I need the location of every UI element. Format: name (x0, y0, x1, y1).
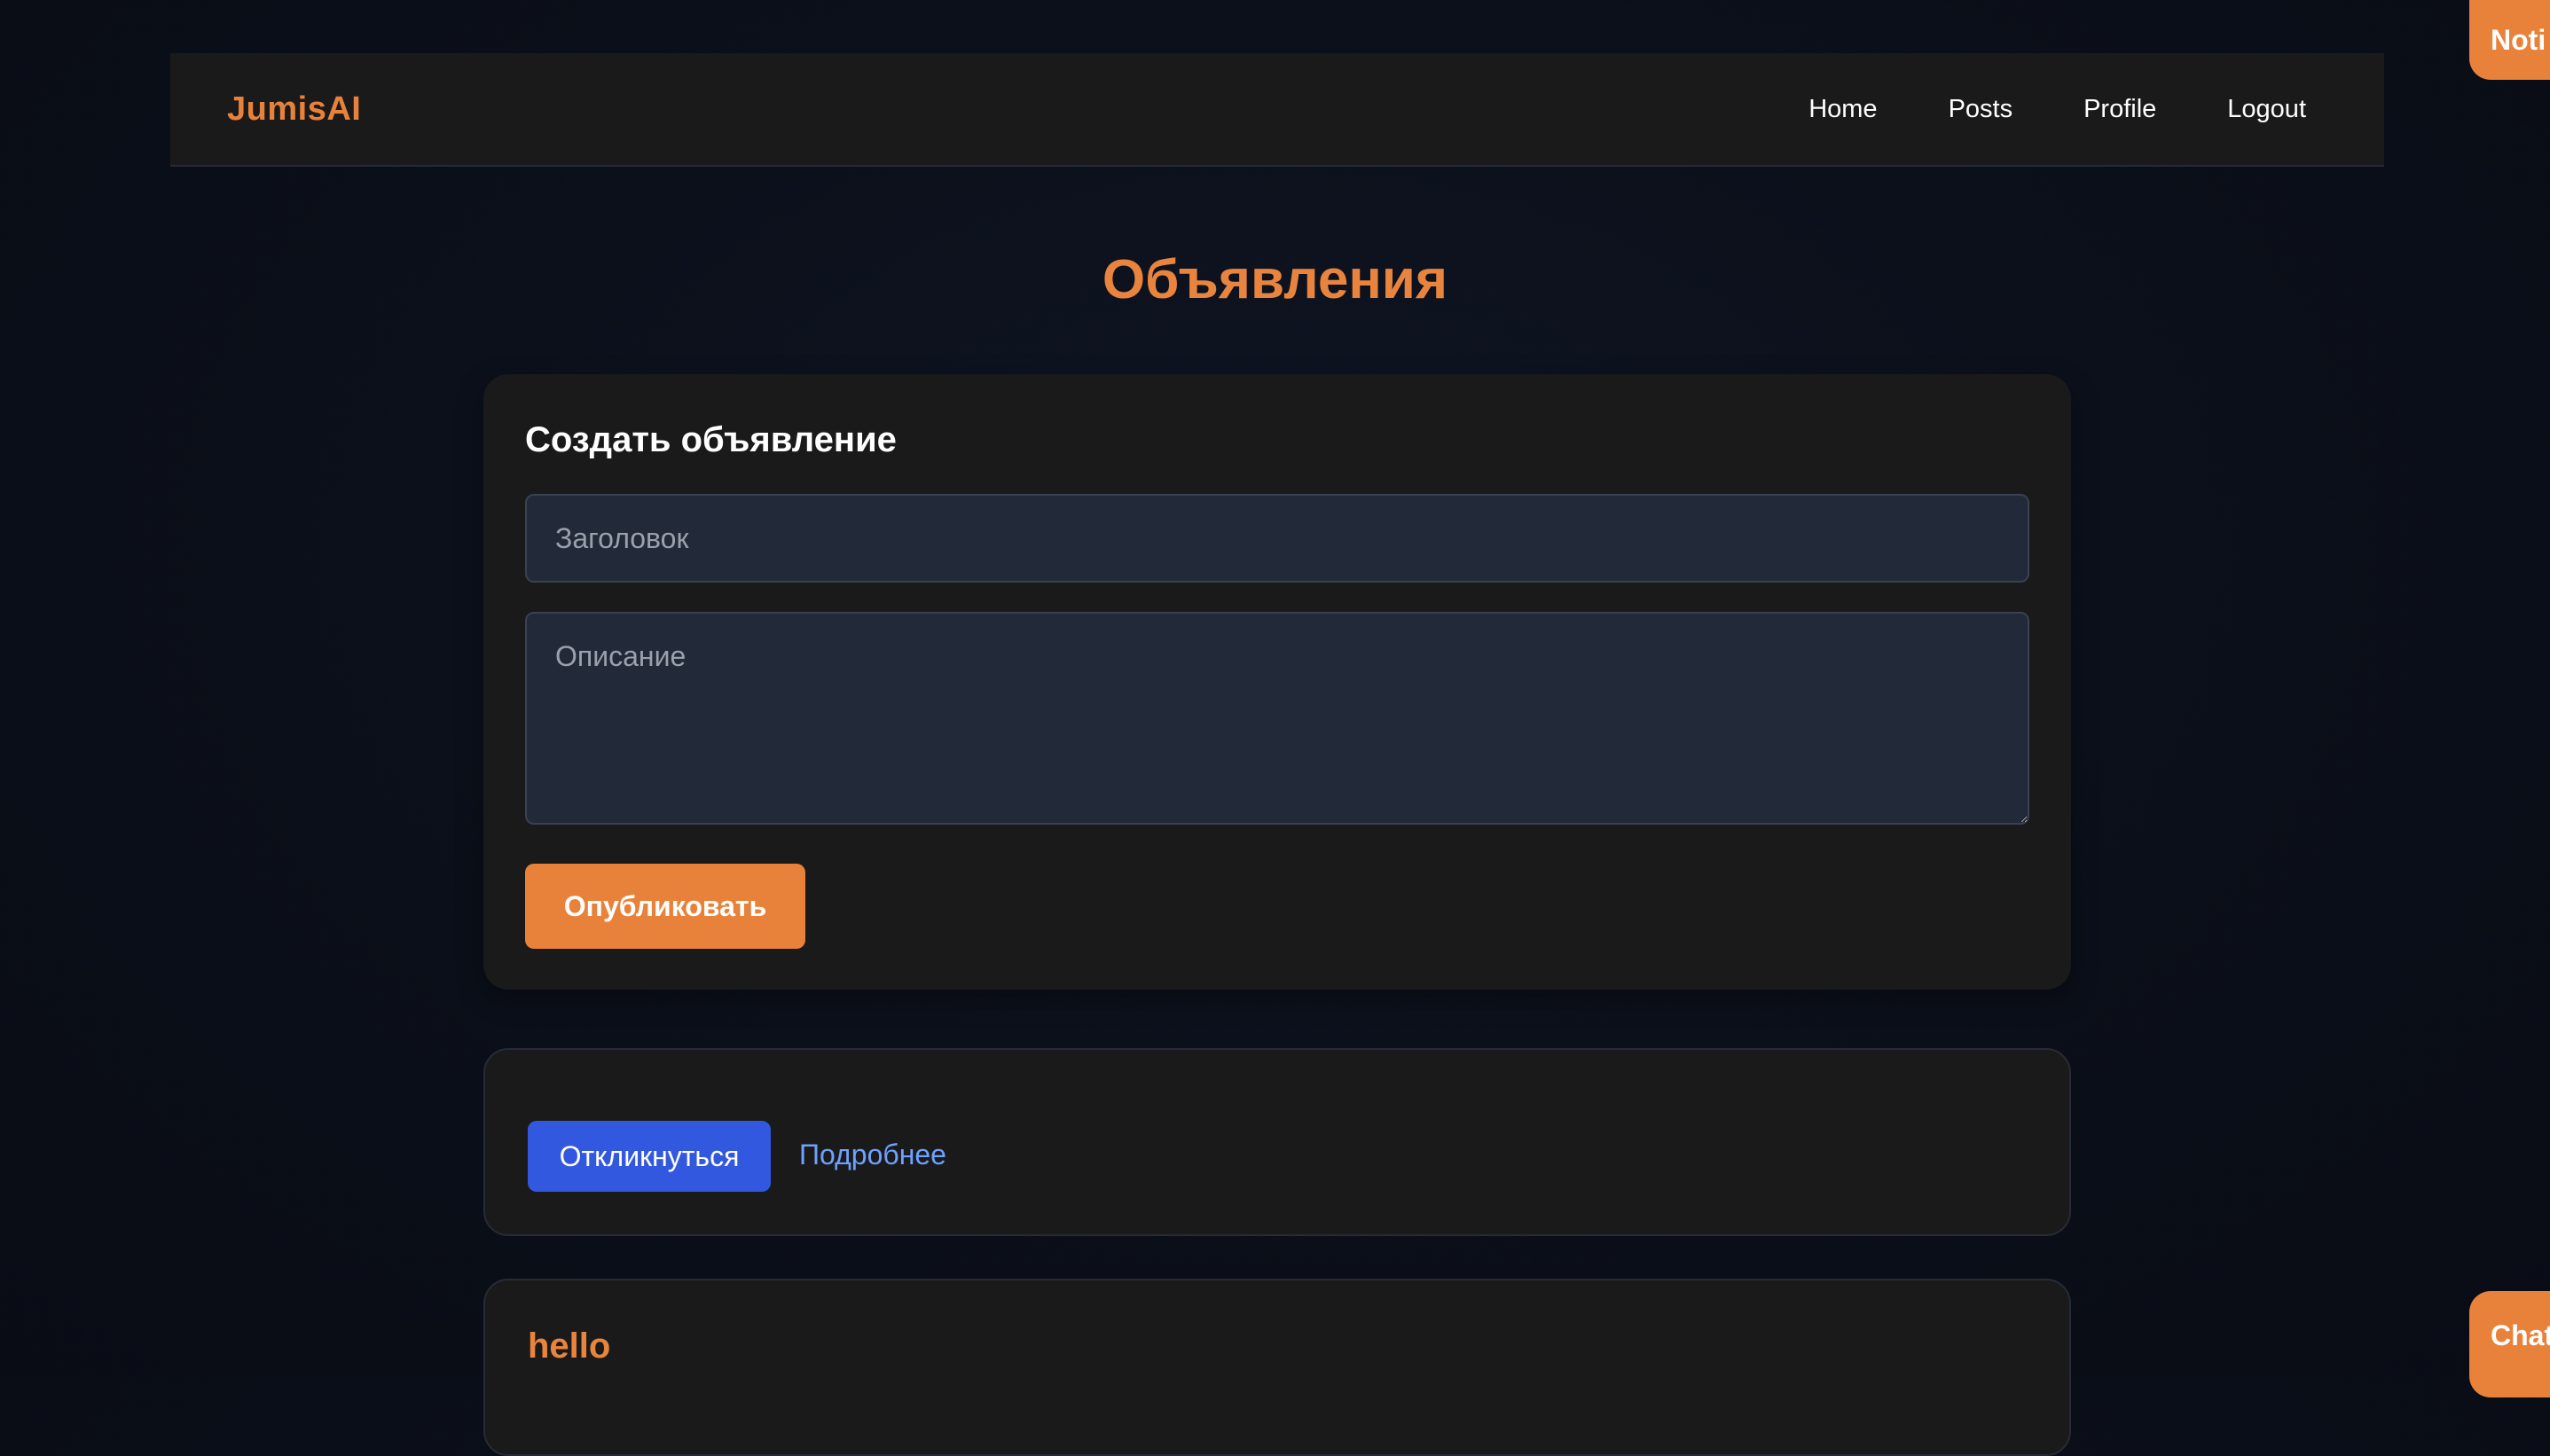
top-navbar: JumisAI Home Posts Profile Logout (170, 53, 2384, 167)
notifications-button[interactable]: Noti (2469, 0, 2550, 80)
post-card: hello (483, 1279, 2071, 1456)
nav-home-link[interactable]: Home (1809, 95, 1877, 124)
details-link[interactable]: Подробнее (799, 1139, 946, 1171)
nav-posts-link[interactable]: Posts (1949, 95, 2013, 124)
chat-label: Chat (2491, 1319, 2550, 1351)
nav-links: Home Posts Profile Logout (1809, 95, 2306, 124)
description-textarea[interactable] (525, 612, 2029, 825)
post-title: hello (528, 1327, 611, 1366)
chat-button[interactable]: Chat (2469, 1291, 2550, 1397)
nav-logout-link[interactable]: Logout (2227, 95, 2306, 124)
page-title: Объявления (1102, 249, 1448, 310)
brand-logo[interactable]: JumisAI (227, 90, 361, 129)
post-card: Откликнуться Подробнее (483, 1048, 2071, 1236)
notifications-label: Noti (2491, 23, 2546, 56)
publish-button[interactable]: Опубликовать (525, 864, 805, 949)
title-input[interactable] (525, 494, 2029, 583)
nav-profile-link[interactable]: Profile (2083, 95, 2156, 124)
create-post-card: Создать объявление Опубликовать (483, 374, 2071, 990)
respond-button[interactable]: Откликнуться (528, 1121, 771, 1192)
create-post-heading: Создать объявление (525, 420, 897, 459)
